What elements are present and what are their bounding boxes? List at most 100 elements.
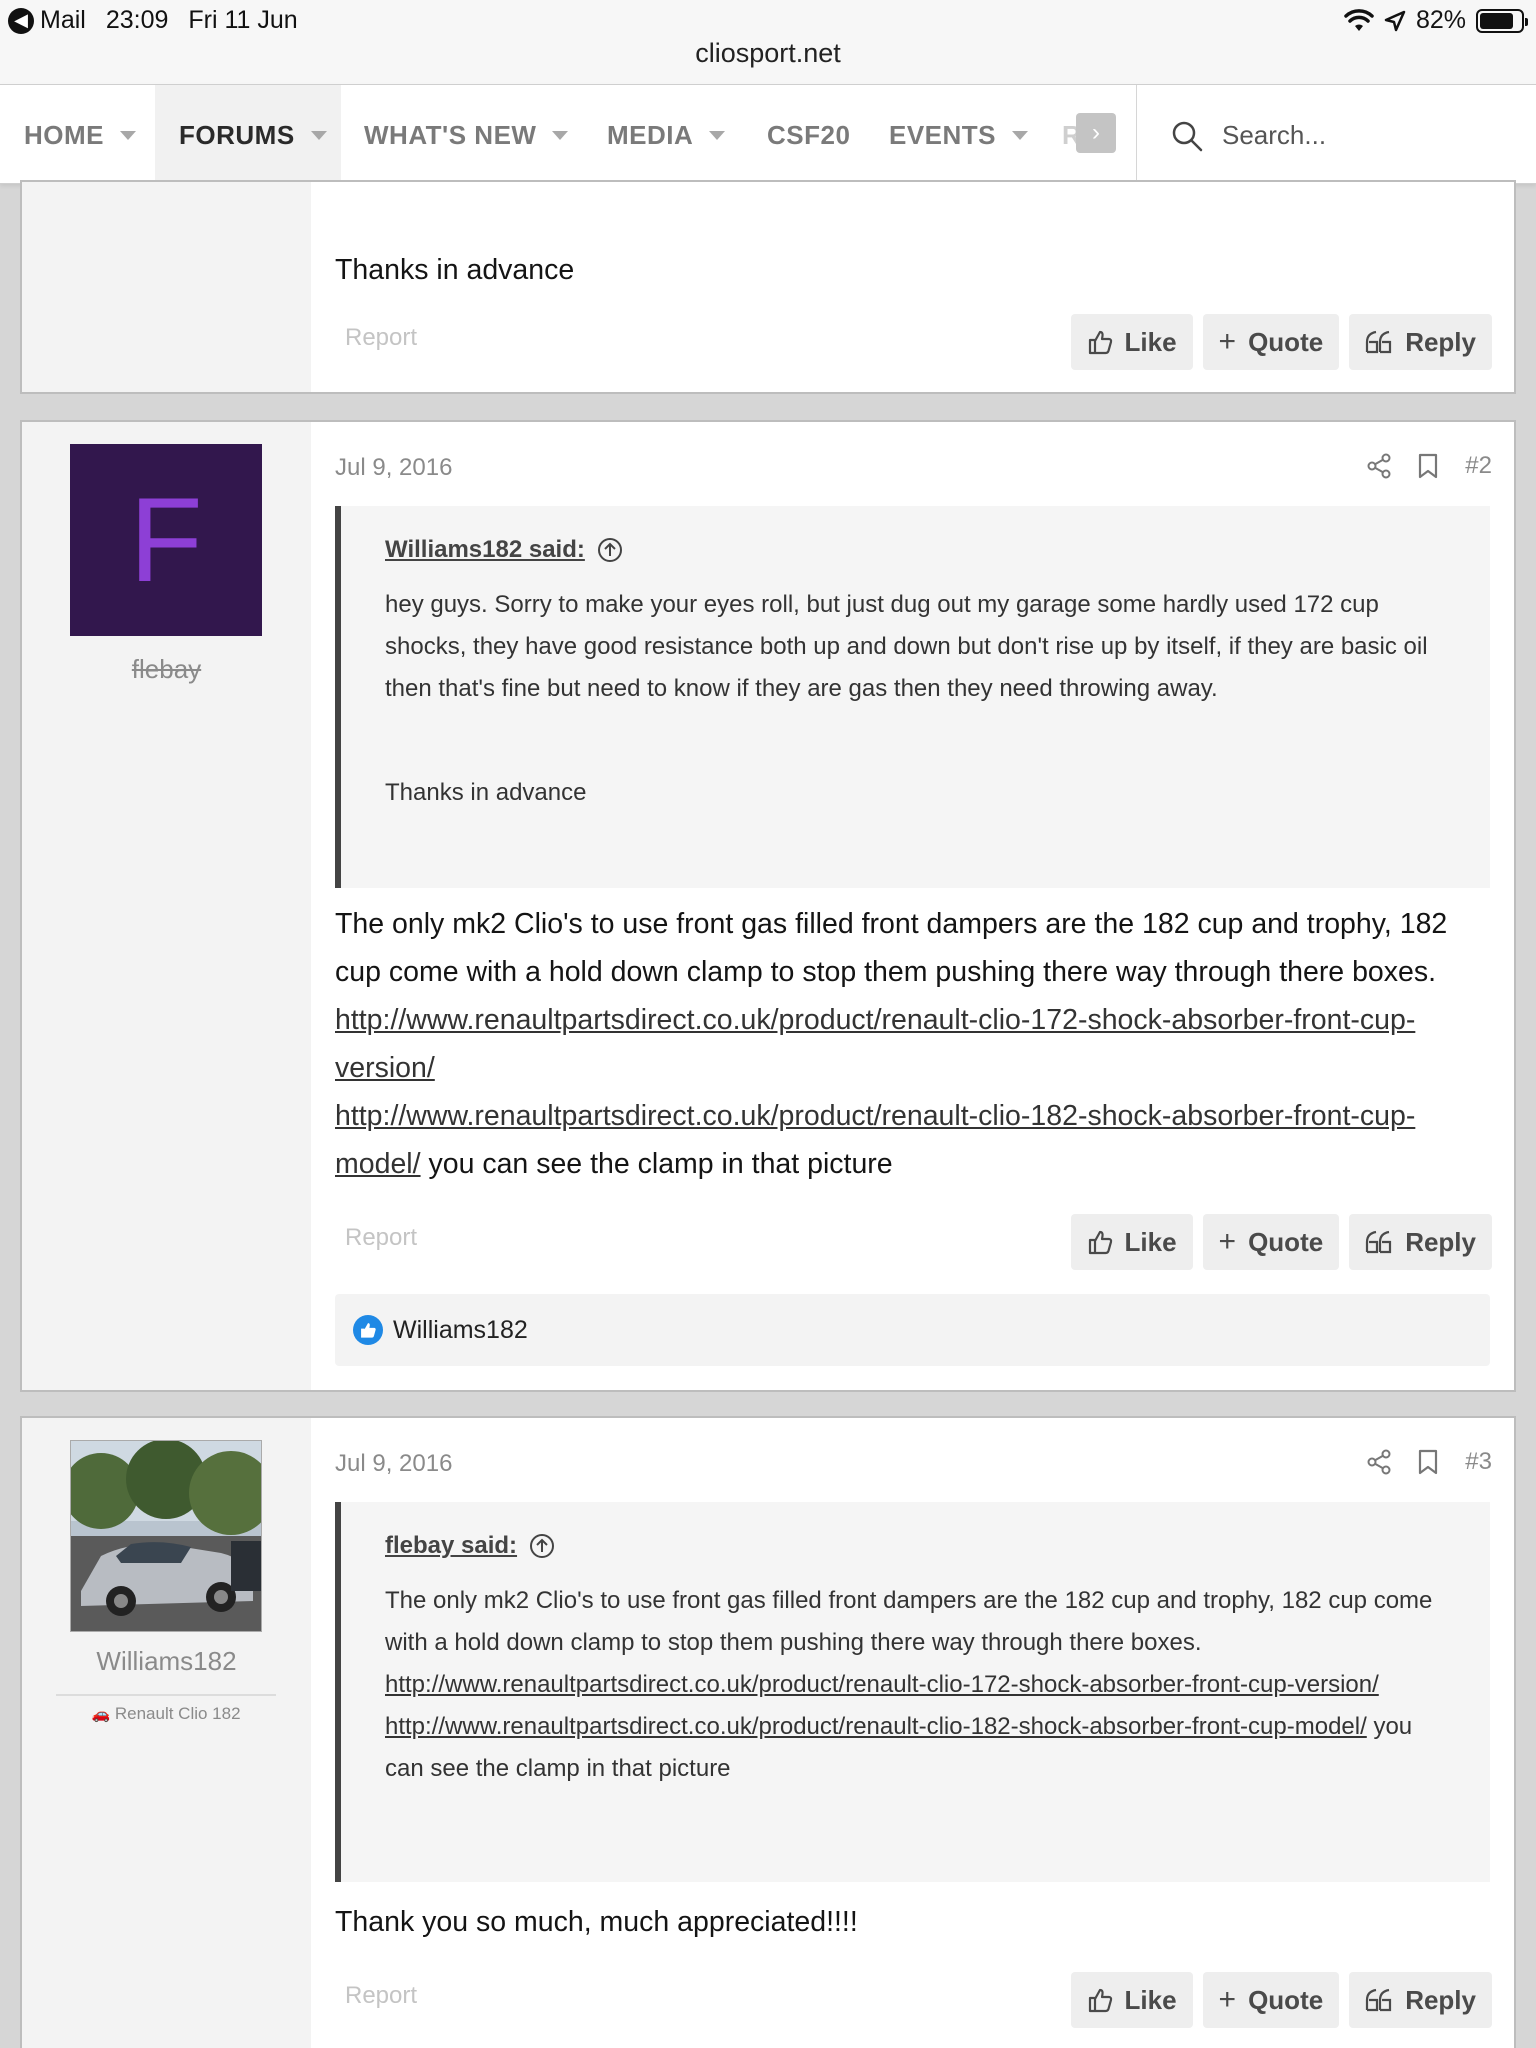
post-number[interactable]: #3 (1465, 1448, 1492, 1476)
quote-label: Quote (1248, 326, 1324, 357)
reply-label: Reply (1405, 1226, 1476, 1257)
search-icon[interactable] (1170, 119, 1204, 153)
post-date[interactable]: Jul 9, 2016 (335, 1450, 452, 1478)
user-title-label: Renault Clio 182 (114, 1704, 241, 1723)
post-3-actions: Like + Quote Reply (1070, 1972, 1492, 2028)
post-date[interactable]: Jul 9, 2016 (335, 454, 452, 482)
post-body-tail: you can see the clamp in that picture (420, 1148, 893, 1180)
post-2: F flebay Jul 9, 2016 #2 Williams182 said… (20, 420, 1516, 1392)
chevron-down-icon[interactable] (1012, 130, 1029, 140)
nav-home[interactable]: HOME (0, 85, 154, 185)
quote-button[interactable]: + Quote (1202, 1214, 1340, 1270)
reply-button[interactable]: Reply (1349, 314, 1492, 370)
nav-forums-label: FORUMS (179, 119, 295, 150)
quote-button[interactable]: + Quote (1202, 1972, 1340, 2028)
post-3: Williams182 🚗 Renault Clio 182 Jul 9, 20… (20, 1416, 1516, 2048)
post-2-main: Jul 9, 2016 #2 Williams182 said: hey guy… (311, 422, 1514, 1390)
like-label: Like (1124, 1984, 1177, 2015)
reaction-user[interactable]: Williams182 (393, 1316, 528, 1345)
status-bar: ◀ Mail 23:09 Fri 11 Jun 82% cliosport.ne… (0, 0, 1536, 86)
quote-author[interactable]: flebay said: (385, 1532, 1456, 1560)
reply-button[interactable]: Reply (1349, 1214, 1492, 1270)
chevron-down-icon[interactable] (552, 130, 569, 140)
user-title: 🚗 Renault Clio 182 (56, 1694, 276, 1724)
battery-icon (1476, 8, 1528, 33)
like-button[interactable]: Like (1070, 1972, 1193, 2028)
username[interactable]: Williams182 (22, 1646, 311, 1677)
arrow-up-circle-icon[interactable] (529, 1533, 555, 1559)
location-arrow-icon (1384, 10, 1406, 31)
like-button[interactable]: Like (1070, 1214, 1193, 1270)
chevron-down-icon[interactable] (310, 130, 327, 140)
nav-forums[interactable]: FORUMS (155, 85, 341, 185)
quote-author-label[interactable]: flebay said: (385, 1532, 517, 1560)
quote-label: Quote (1248, 1984, 1324, 2015)
quote-author-label[interactable]: Williams182 said: (385, 536, 585, 564)
status-left: ◀ Mail 23:09 Fri 11 Jun (8, 6, 298, 35)
avatar-photo[interactable] (70, 1440, 262, 1632)
like-button[interactable]: Like (1070, 314, 1193, 370)
nav-media[interactable]: MEDIA (607, 85, 726, 185)
bookmark-icon[interactable] (1417, 1449, 1439, 1475)
back-app-label[interactable]: Mail (40, 6, 86, 35)
arrow-up-circle-icon[interactable] (597, 537, 623, 563)
quote-text: hey guys. Sorry to make your eyes roll, … (385, 591, 1428, 702)
nav-home-label: HOME (24, 119, 104, 150)
post-2-user-column: F flebay (22, 422, 311, 1390)
page-url[interactable]: cliosport.net (0, 38, 1536, 69)
post-number[interactable]: #2 (1465, 452, 1492, 480)
reply-quote-icon (1366, 1988, 1392, 2012)
quote-block: Williams182 said: hey guys. Sorry to mak… (335, 506, 1490, 888)
wifi-icon (1344, 8, 1374, 31)
post-tools: #2 (1367, 452, 1492, 480)
report-link[interactable]: Report (345, 324, 417, 352)
nav-csf20-label: CSF20 (767, 119, 851, 150)
username[interactable]: flebay (22, 654, 311, 685)
post-1-main: Thanks in advance Report Like + Quote Re… (311, 182, 1514, 392)
chevron-right-icon: › (1092, 119, 1100, 146)
report-link[interactable]: Report (345, 1224, 417, 1252)
report-link[interactable]: Report (345, 1982, 417, 2010)
car-icon: 🚗 (91, 1706, 111, 1723)
post-body: Thank you so much, much appreciated!!!! (335, 1906, 858, 1938)
post-body-text: The only mk2 Clio's to use front gas fil… (335, 908, 1448, 988)
plus-icon: + (1218, 325, 1237, 358)
battery-percent: 82% (1415, 6, 1466, 34)
status-time: 23:09 (105, 6, 169, 34)
reactions-bar[interactable]: Williams182 (335, 1294, 1490, 1366)
share-icon[interactable] (1367, 1449, 1391, 1475)
chevron-down-icon[interactable] (709, 130, 726, 140)
post-body: The only mk2 Clio's to use front gas fil… (335, 900, 1490, 1188)
nav-events[interactable]: EVENTS (889, 85, 1029, 185)
nav-csf20[interactable]: CSF20 (767, 85, 850, 185)
plus-icon: + (1218, 1225, 1237, 1258)
quote-link-172[interactable]: http://www.renaultpartsdirect.co.uk/prod… (385, 1671, 1379, 1698)
nav-events-label: EVENTS (889, 119, 997, 150)
avatar[interactable]: F (70, 444, 262, 636)
reply-quote-icon (1366, 330, 1392, 354)
post-3-user-column: Williams182 🚗 Renault Clio 182 (22, 1418, 311, 2048)
reply-button[interactable]: Reply (1349, 1972, 1492, 2028)
quote-text-2: Thanks in advance (385, 779, 587, 806)
quote-button[interactable]: + Quote (1202, 314, 1340, 370)
quote-label: Quote (1248, 1226, 1324, 1257)
thumbs-up-icon (1088, 1230, 1112, 1255)
quote-author[interactable]: Williams182 said: (385, 536, 1456, 564)
back-arrow-icon[interactable]: ◀ (8, 7, 34, 34)
plus-icon: + (1218, 1983, 1237, 2016)
parts-link-172[interactable]: http://www.renaultpartsdirect.co.uk/prod… (335, 1004, 1415, 1084)
like-label: Like (1124, 326, 1177, 357)
quote-link-182[interactable]: http://www.renaultpartsdirect.co.uk/prod… (385, 1713, 1367, 1740)
nav-whats-new[interactable]: WHAT'S NEW (364, 85, 569, 185)
bookmark-icon[interactable] (1417, 453, 1439, 479)
like-label: Like (1124, 1226, 1177, 1257)
status-date: Fri 11 Jun (188, 6, 298, 34)
nav-scroll-right-button[interactable]: › (1076, 113, 1116, 153)
post-1-user-column (22, 182, 311, 392)
post-1-actions: Like + Quote Reply (1070, 314, 1492, 370)
search-input[interactable] (1222, 107, 1512, 163)
chevron-down-icon[interactable] (120, 130, 136, 140)
share-icon[interactable] (1367, 453, 1391, 479)
reply-label: Reply (1405, 326, 1476, 357)
post-1-body: Thanks in advance (335, 254, 575, 286)
